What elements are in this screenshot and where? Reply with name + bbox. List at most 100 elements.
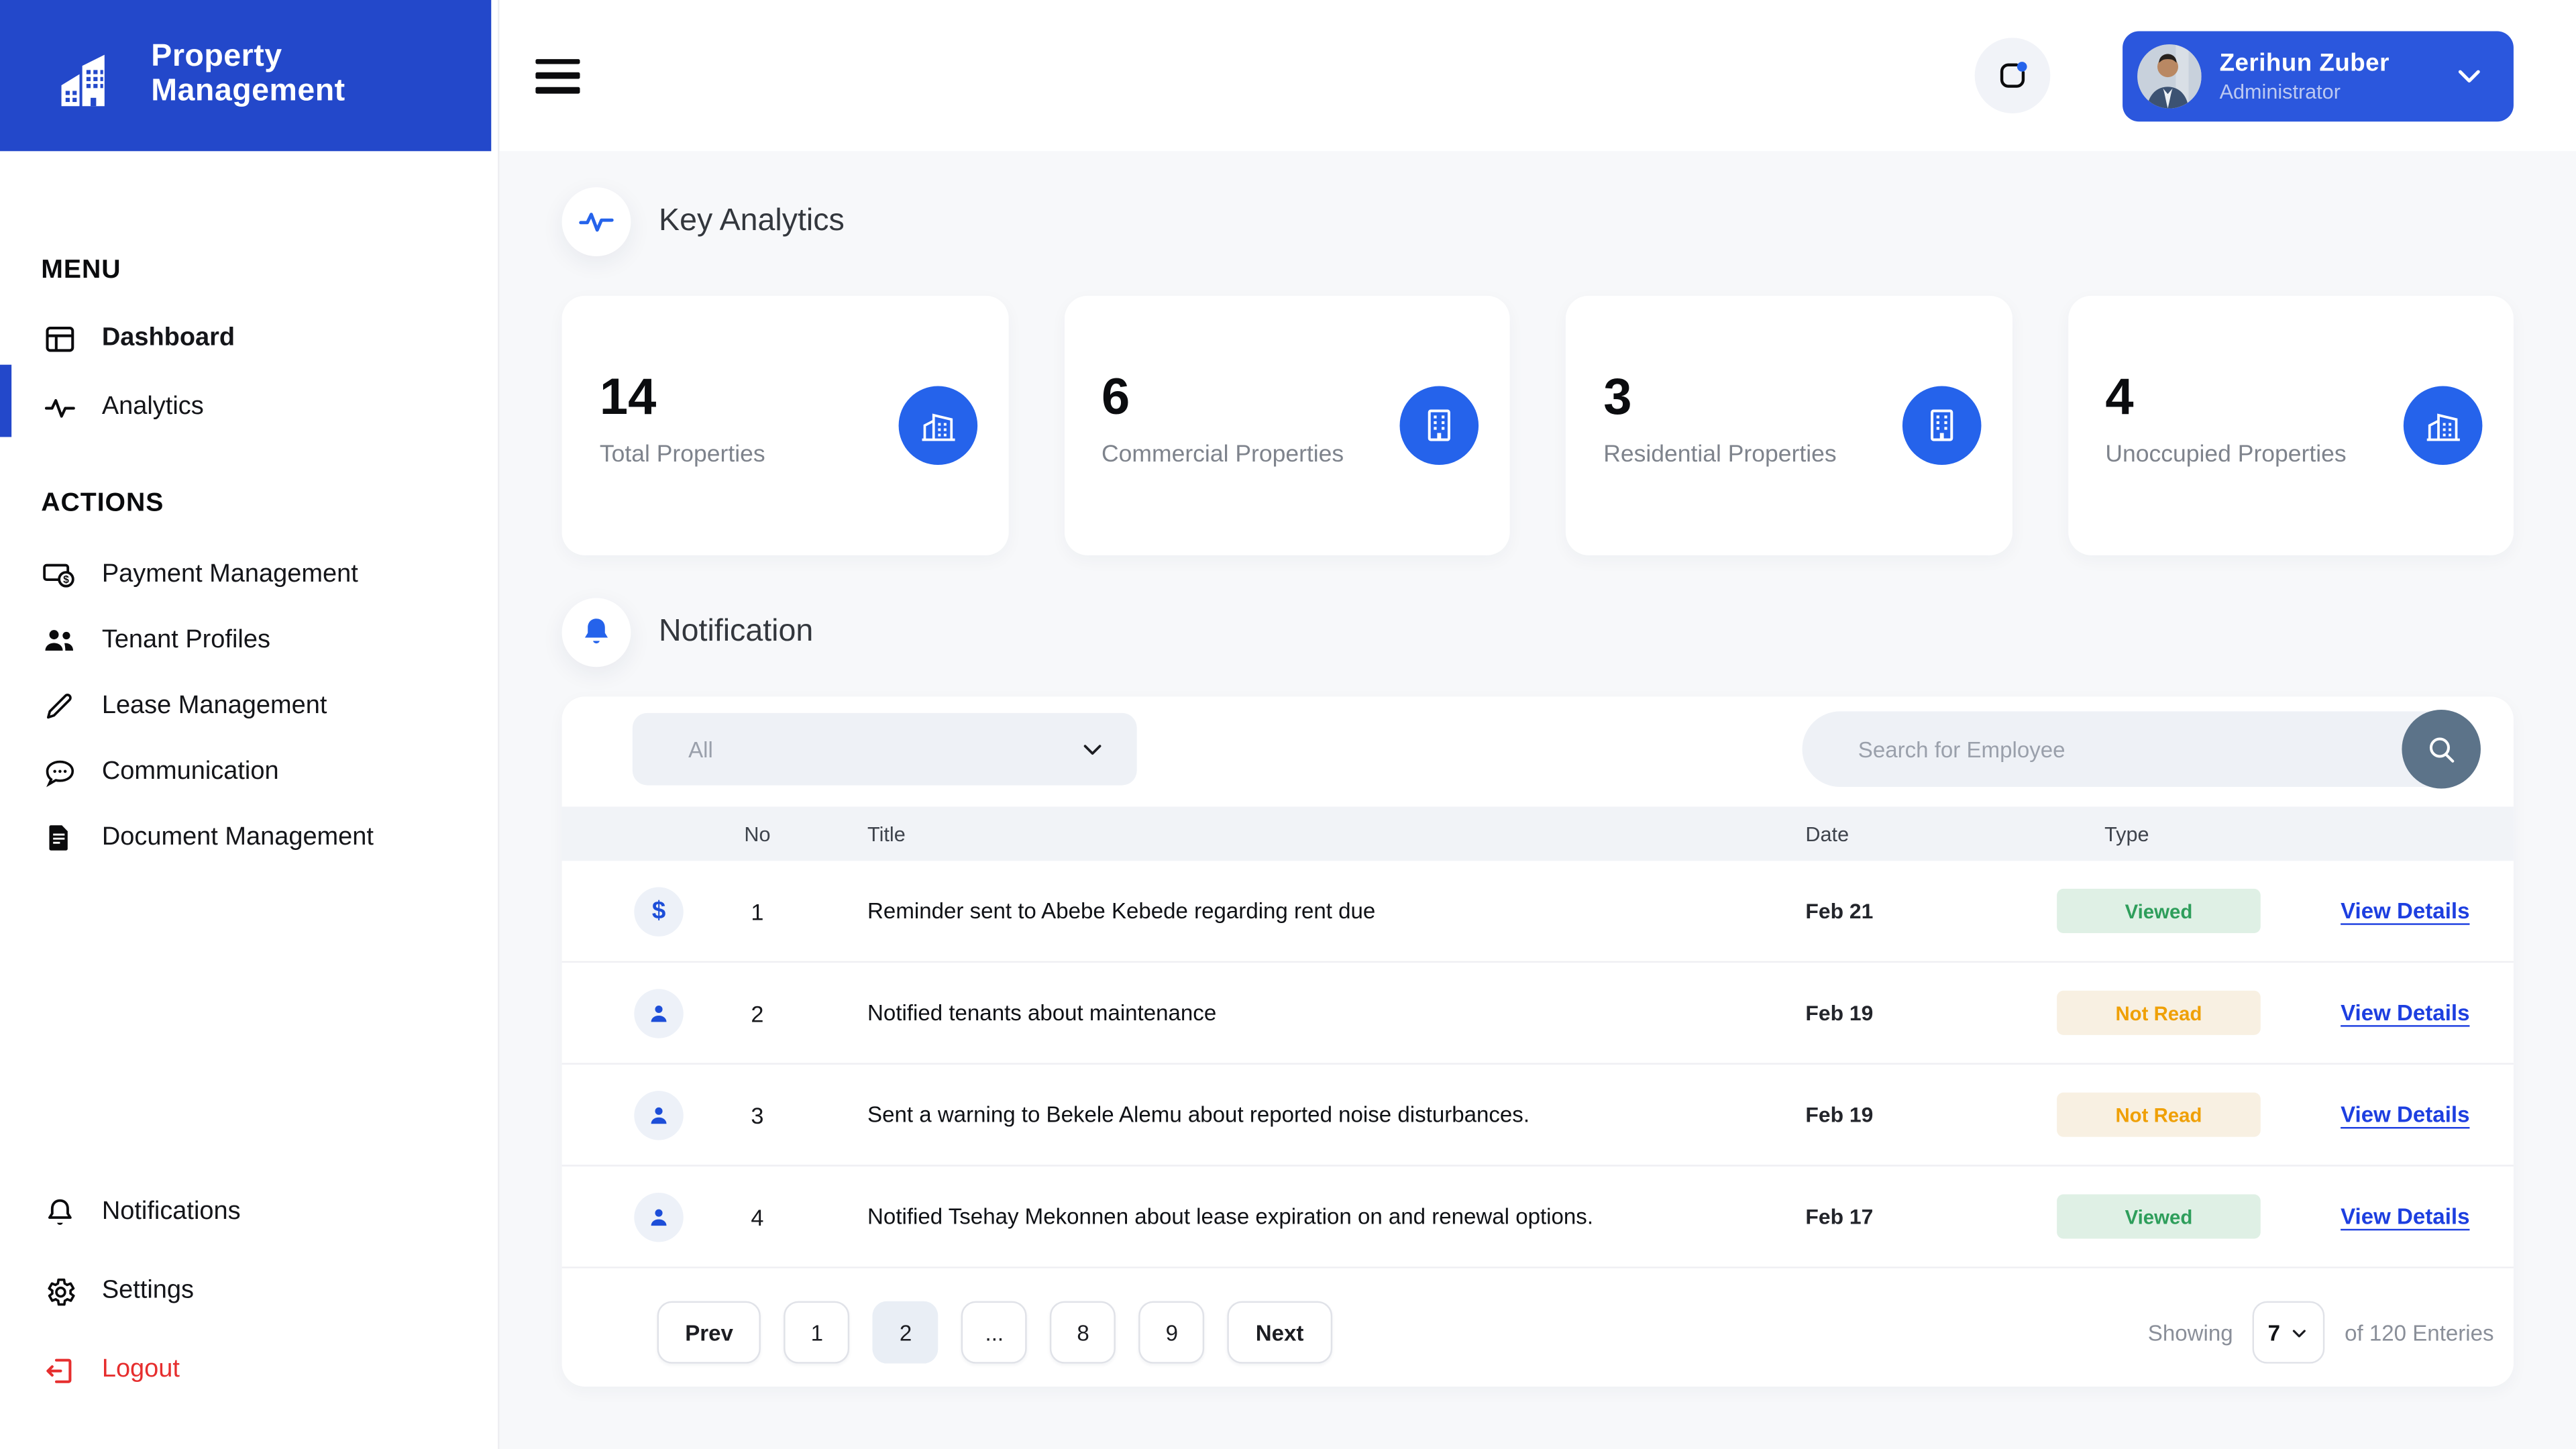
hamburger-menu-icon[interactable] [535, 58, 580, 93]
main-content: Key Analytics 14 Total Properties 6 Comm… [499, 151, 2576, 1449]
status-badge: Not Read [2057, 990, 2261, 1035]
notification-title: Notified tenants about maintenance [867, 1000, 1217, 1026]
person-icon [634, 1089, 684, 1140]
page-button-1[interactable]: 1 [784, 1301, 850, 1364]
notification-badge-icon [1993, 56, 2033, 95]
table-row: 2 Notified tenants about maintenance Feb… [561, 963, 2514, 1065]
table-header: No Title Date Type [561, 806, 2514, 861]
stat-card-total-properties: 14 Total Properties [561, 295, 1008, 555]
buildings-logo-icon [56, 41, 128, 110]
sidebar-item-label: Document Management [101, 822, 374, 851]
top-header: Zerihun Zuber Administrator [499, 0, 2576, 152]
sidebar-item-label: Tenant Profiles [101, 626, 270, 654]
page-size-value: 7 [2267, 1320, 2281, 1345]
type-filter-dropdown[interactable]: All [632, 712, 1137, 786]
search-bar [1802, 709, 2481, 789]
notification-date: Feb 19 [1805, 1000, 1874, 1026]
view-details-link[interactable]: View Details [2297, 1102, 2514, 1127]
buildings-icon [898, 386, 977, 466]
row-number: 4 [751, 1203, 764, 1230]
key-analytics-header: Key Analytics [561, 187, 2514, 257]
logout-icon [41, 1353, 77, 1387]
chevron-down-icon [2451, 58, 2487, 94]
user-menu[interactable]: Zerihun Zuber Administrator [2123, 30, 2514, 121]
sidebar-item-document-management[interactable]: Document Management [0, 805, 498, 871]
tenants-icon [41, 623, 77, 659]
sidebar: Property Management MENU Dashboard Analy… [0, 0, 500, 1449]
sidebar-item-lease-management[interactable]: Lease Management [0, 674, 498, 739]
sidebar-item-communication[interactable]: Communication [0, 739, 498, 805]
user-name: Zerihun Zuber [2219, 48, 2390, 76]
stat-card-commercial-properties: 6 Commercial Properties [1063, 295, 1510, 555]
column-date: Date [1805, 822, 1849, 846]
gear-icon [41, 1274, 77, 1308]
view-details-link[interactable]: View Details [2297, 1000, 2514, 1025]
building-icon [1901, 386, 1981, 466]
sidebar-item-label: Logout [101, 1355, 180, 1384]
sidebar-item-label: Settings [101, 1276, 195, 1305]
sidebar-item-analytics[interactable]: Analytics [0, 374, 498, 440]
payment-icon: $ [41, 557, 77, 593]
sidebar-item-tenant-profiles[interactable]: Tenant Profiles [0, 608, 498, 674]
chevron-down-icon [2292, 1329, 2306, 1337]
column-title: Title [867, 822, 906, 846]
pagination-bar: Prev 1 2 ... 8 9 Next Showing 7 of 120 E… [562, 1301, 2514, 1364]
column-type: Type [2104, 822, 2149, 846]
page-size-select[interactable]: 7 [2253, 1301, 2325, 1364]
section-title: Notification [659, 614, 814, 649]
document-icon [41, 821, 77, 854]
bell-icon [561, 598, 631, 667]
table-row: 4 Notified Tsehay Mekonnen about lease e… [561, 1167, 2514, 1269]
bell-icon [41, 1195, 77, 1230]
sidebar-item-notifications[interactable]: Notifications [0, 1179, 498, 1245]
prev-page-button[interactable]: Prev [657, 1301, 761, 1364]
stat-card-residential-properties: 3 Residential Properties [1565, 295, 2012, 555]
status-badge: Viewed [2057, 1194, 2261, 1239]
next-page-button[interactable]: Next [1228, 1301, 1332, 1364]
row-number: 3 [751, 1102, 764, 1128]
building-icon [1399, 386, 1479, 466]
sidebar-item-label: Analytics [101, 392, 204, 421]
notification-badge-button[interactable] [1974, 38, 2051, 113]
column-no: No [744, 822, 771, 846]
activity-icon [561, 187, 631, 257]
stat-cards: 14 Total Properties 6 Commercial Propert… [561, 295, 2514, 555]
dashboard-icon [41, 321, 77, 356]
page-button-ellipsis[interactable]: ... [961, 1301, 1028, 1364]
view-details-link[interactable]: View Details [2297, 1204, 2514, 1229]
view-details-link[interactable]: View Details [2297, 899, 2514, 924]
sidebar-item-logout[interactable]: Logout [0, 1337, 498, 1403]
sidebar-item-label: Communication [101, 757, 279, 786]
status-badge: Not Read [2057, 1092, 2261, 1137]
page-button-2-active[interactable]: 2 [873, 1301, 939, 1364]
table-row: $ 1 Reminder sent to Abebe Kebede regard… [561, 861, 2514, 963]
table-row: 3 Sent a warning to Bekele Alemu about r… [561, 1065, 2514, 1167]
notification-date: Feb 21 [1805, 898, 1874, 924]
search-input[interactable] [1802, 711, 2481, 788]
row-number: 1 [751, 898, 764, 924]
entries-summary: Showing 7 of 120 Enteries [2148, 1301, 2494, 1364]
sidebar-item-settings[interactable]: Settings [0, 1258, 498, 1324]
dollar-icon: $ [634, 886, 684, 936]
stat-card-unoccupied-properties: 4 Unoccupied Properties [2068, 295, 2514, 555]
sidebar-item-payment-management[interactable]: $ Payment Management [0, 542, 498, 608]
notification-title: Reminder sent to Abebe Kebede regarding … [867, 898, 1376, 924]
sidebar-section-actions: ACTIONS [41, 489, 164, 518]
search-icon [2423, 731, 2459, 767]
sidebar-item-label: Lease Management [101, 692, 327, 720]
sidebar-item-dashboard[interactable]: Dashboard [0, 303, 498, 375]
row-number: 2 [751, 1000, 764, 1026]
sidebar-item-label: Notifications [101, 1197, 241, 1226]
pencil-icon [41, 690, 77, 723]
sidebar-item-label: Dashboard [101, 323, 235, 352]
person-icon [634, 988, 684, 1038]
page-button-9[interactable]: 9 [1138, 1301, 1205, 1364]
search-button[interactable] [2402, 709, 2481, 789]
page-button-8[interactable]: 8 [1050, 1301, 1116, 1364]
status-badge: Viewed [2057, 888, 2261, 934]
entries-label: of 120 Enteries [2345, 1320, 2494, 1345]
person-icon [634, 1191, 684, 1242]
notification-header: Notification [561, 598, 2514, 667]
brand-logo[interactable]: Property Management [0, 0, 492, 152]
user-role: Administrator [2219, 79, 2341, 103]
